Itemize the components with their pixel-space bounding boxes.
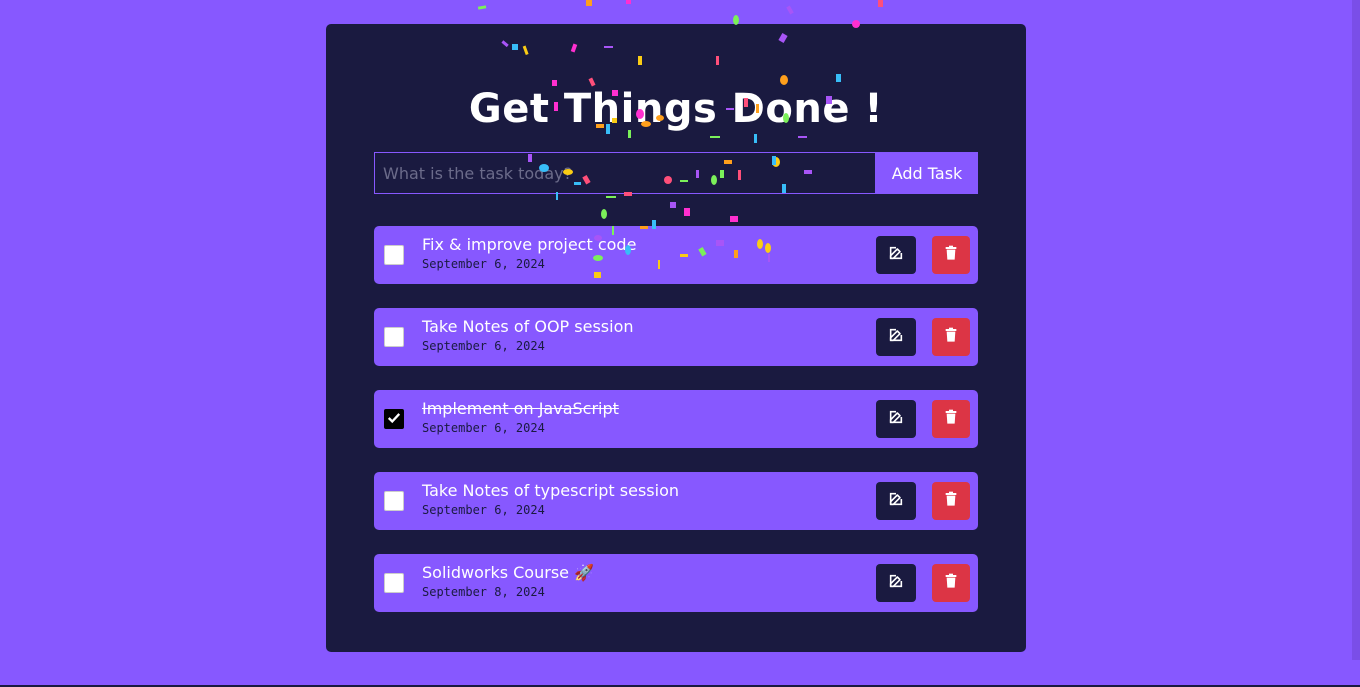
task-input[interactable]: [374, 152, 876, 194]
todo-date: September 6, 2024: [422, 503, 545, 517]
check-icon: [387, 410, 401, 429]
trash-icon: [943, 245, 959, 265]
delete-button[interactable]: [932, 482, 970, 520]
add-task-button[interactable]: Add Task: [876, 152, 978, 194]
edit-icon: [888, 491, 904, 511]
todo-checkbox[interactable]: [384, 409, 404, 429]
todo-wrapper: Get Things Done ! Add Task Fix & improve…: [326, 24, 1026, 652]
edit-button[interactable]: [876, 564, 916, 602]
todo-text: Solidworks Course 🚀: [422, 563, 594, 582]
edit-button[interactable]: [876, 482, 916, 520]
delete-button[interactable]: [932, 236, 970, 274]
todo-date: September 8, 2024: [422, 585, 545, 599]
scrollbar-track[interactable]: [1352, 0, 1360, 660]
todo-form: Add Task: [374, 152, 978, 194]
trash-icon: [943, 491, 959, 511]
todo-checkbox[interactable]: [384, 491, 404, 511]
edit-button[interactable]: [876, 400, 916, 438]
todo-list: Fix & improve project code September 6, …: [374, 226, 978, 636]
todo-text: Take Notes of typescript session: [422, 481, 679, 500]
delete-button[interactable]: [932, 564, 970, 602]
trash-icon: [943, 409, 959, 429]
todo-checkbox[interactable]: [384, 327, 404, 347]
todo-item: Solidworks Course 🚀 September 8, 2024: [374, 554, 978, 612]
todo-item: Take Notes of OOP session September 6, 2…: [374, 308, 978, 366]
todo-text: Implement on JavaScript: [422, 399, 619, 418]
trash-icon: [943, 327, 959, 347]
page-title: Get Things Done !: [468, 86, 884, 132]
edit-button[interactable]: [876, 318, 916, 356]
todo-text: Fix & improve project code: [422, 235, 637, 254]
edit-icon: [888, 573, 904, 593]
todo-date: September 6, 2024: [422, 339, 545, 353]
delete-button[interactable]: [932, 318, 970, 356]
todo-item: Implement on JavaScript September 6, 202…: [374, 390, 978, 448]
edit-icon: [888, 409, 904, 429]
todo-date: September 6, 2024: [422, 257, 545, 271]
trash-icon: [943, 573, 959, 593]
todo-item: Take Notes of typescript session Septemb…: [374, 472, 978, 530]
edit-icon: [888, 327, 904, 347]
todo-checkbox[interactable]: [384, 573, 404, 593]
todo-checkbox[interactable]: [384, 245, 404, 265]
edit-button[interactable]: [876, 236, 916, 274]
delete-button[interactable]: [932, 400, 970, 438]
todo-item: Fix & improve project code September 6, …: [374, 226, 978, 284]
todo-date: September 6, 2024: [422, 421, 545, 435]
todo-text: Take Notes of OOP session: [422, 317, 634, 336]
edit-icon: [888, 245, 904, 265]
